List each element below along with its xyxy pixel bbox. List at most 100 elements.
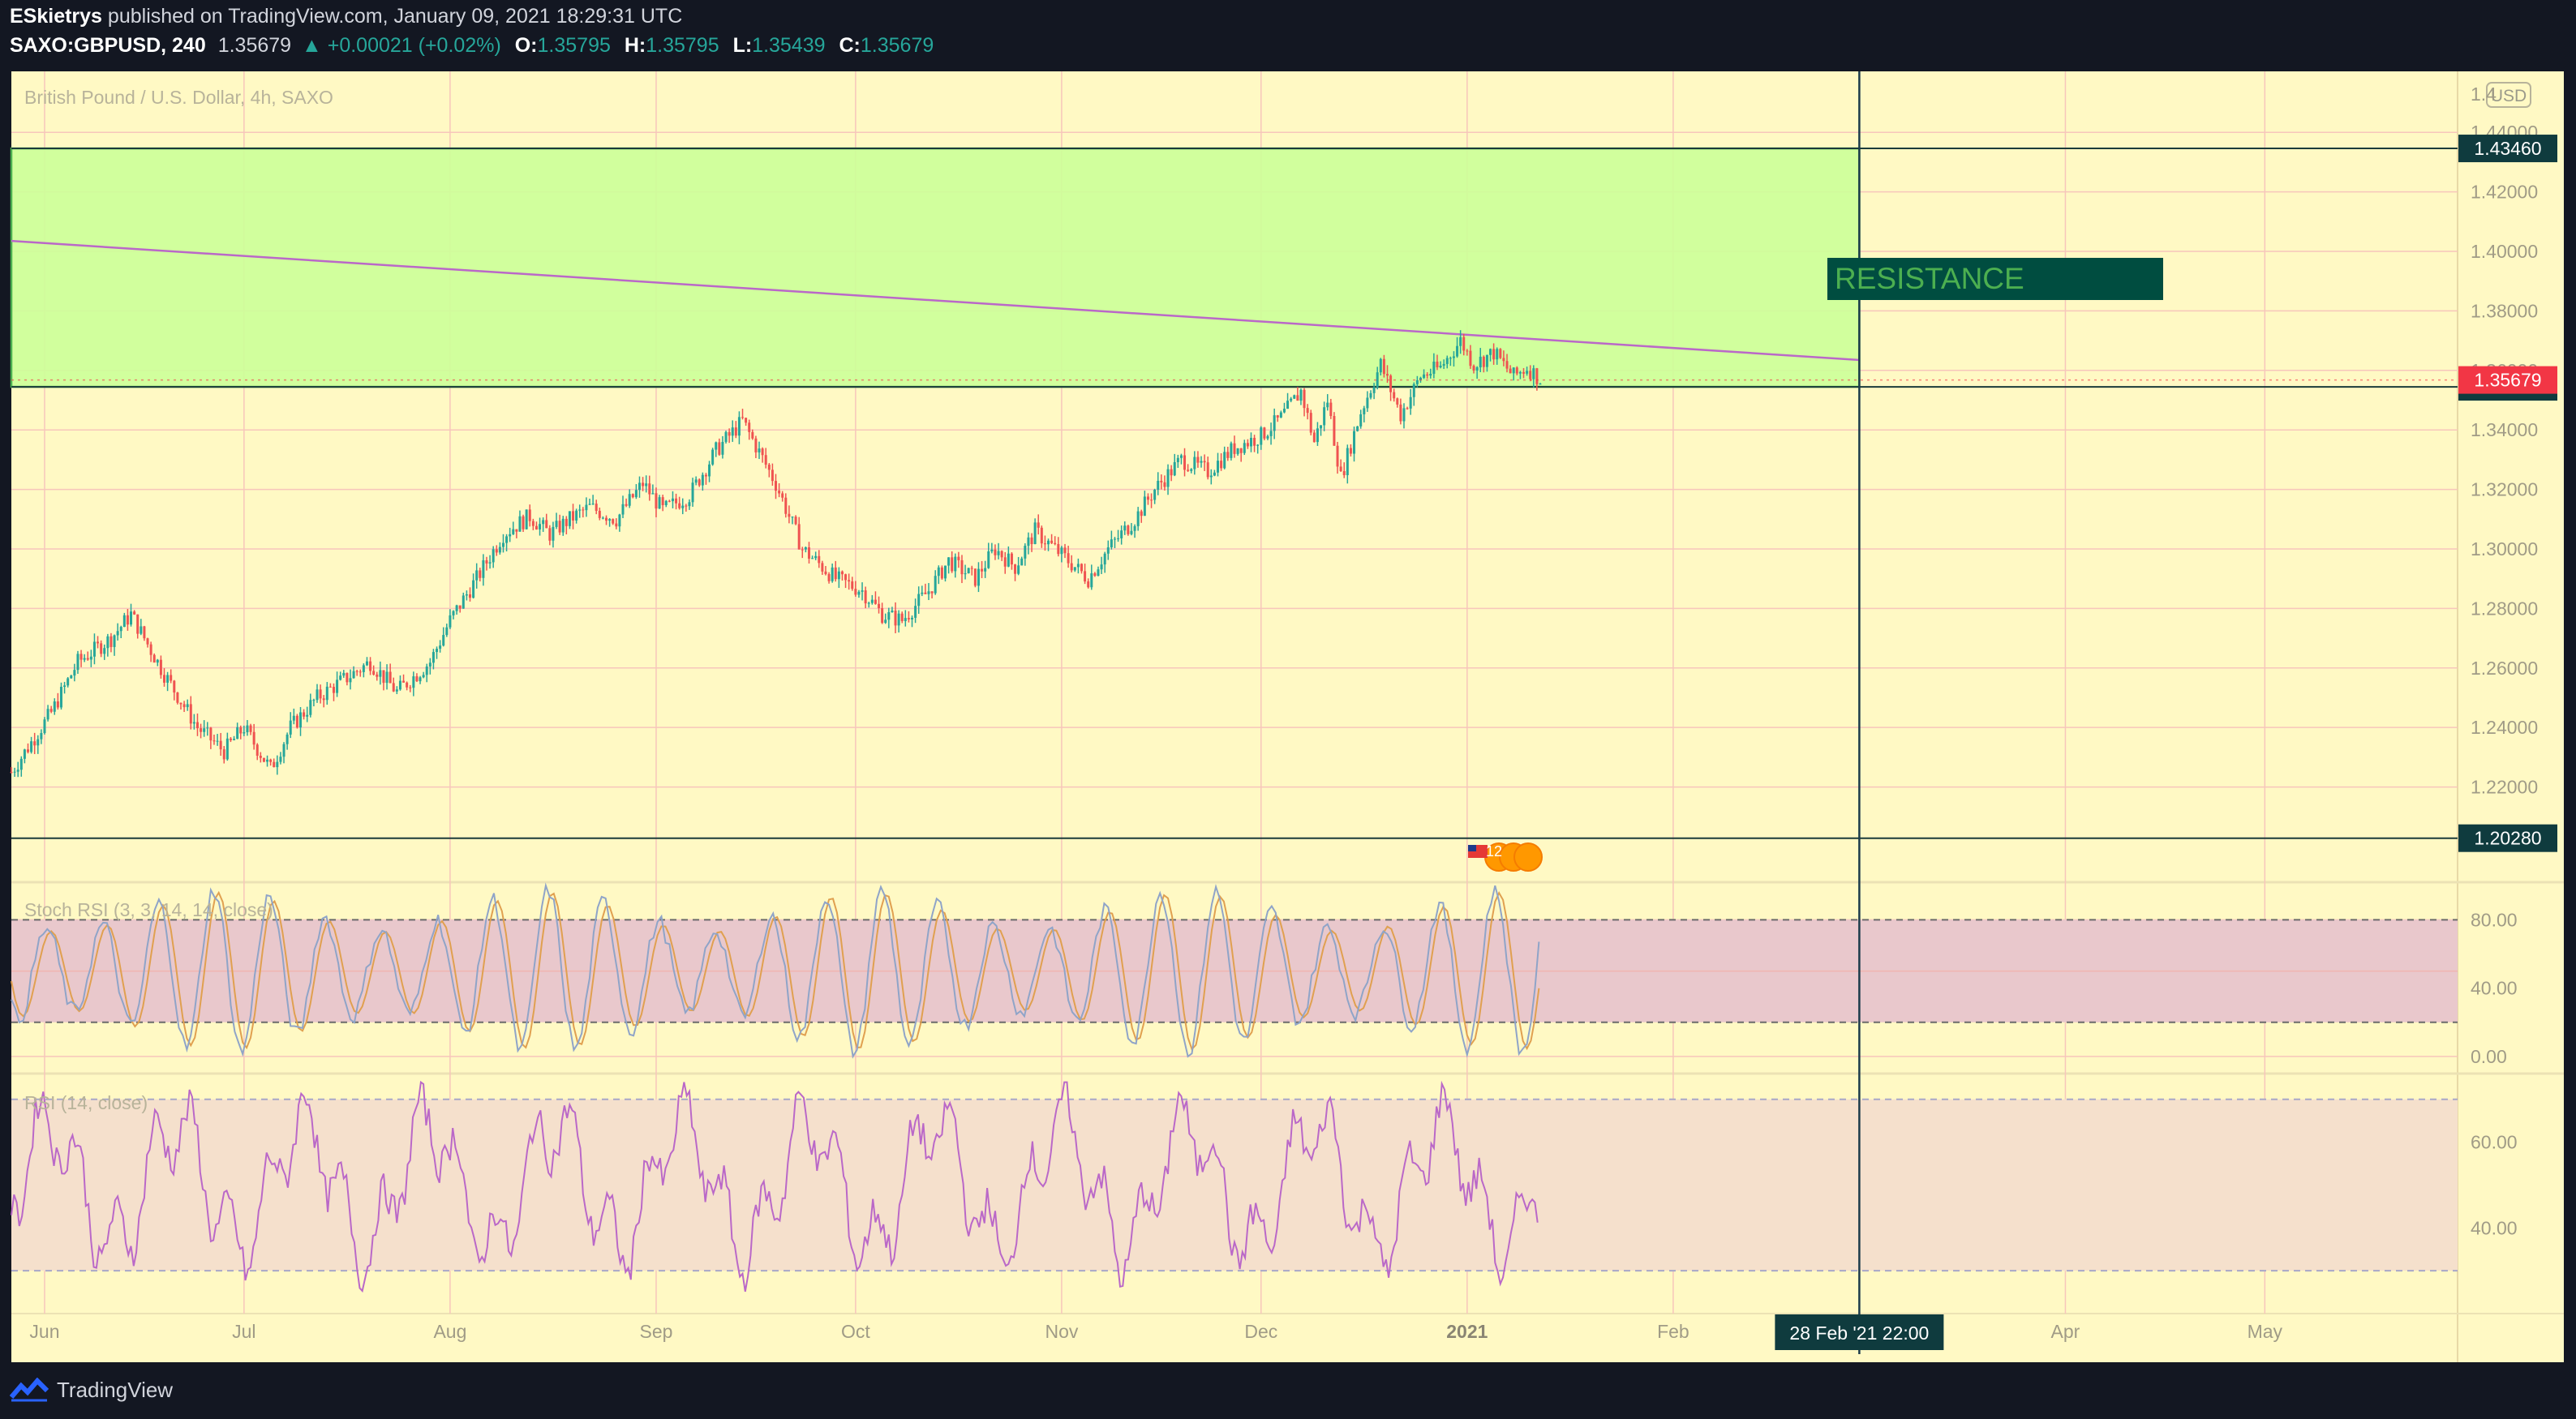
- candle-body: [382, 670, 385, 684]
- candle-body: [1415, 379, 1419, 384]
- candle-body: [688, 502, 691, 507]
- candle-body: [369, 661, 372, 671]
- event-bubble[interactable]: [1513, 842, 1543, 872]
- candle-body: [1236, 448, 1239, 454]
- candle-body: [951, 557, 954, 572]
- candle-body: [182, 704, 186, 708]
- candle-body: [1033, 522, 1037, 545]
- candle-body: [671, 498, 674, 502]
- candle-body: [891, 611, 894, 612]
- candle-body: [881, 608, 884, 624]
- candle-body: [1320, 425, 1323, 429]
- candle-body: [501, 542, 504, 547]
- candle-body: [186, 704, 189, 708]
- candle-body: [811, 558, 814, 559]
- candle-body: [312, 700, 316, 701]
- candle-body: [156, 659, 159, 663]
- candle-body: [1230, 443, 1233, 458]
- candle-body: [588, 504, 591, 505]
- tradingview-brand[interactable]: TradingView: [57, 1378, 173, 1403]
- candle-body: [578, 509, 582, 511]
- price-tick-label: 1.34000: [2471, 419, 2538, 440]
- candle-body: [306, 714, 309, 717]
- candle-body: [1505, 361, 1509, 369]
- candle-body: [436, 649, 439, 653]
- candle-body: [146, 638, 149, 645]
- candle-body: [1176, 457, 1179, 462]
- candle-body: [535, 525, 538, 529]
- candle-body: [691, 482, 694, 503]
- candle-body: [990, 549, 994, 551]
- candle-body: [126, 615, 129, 625]
- time-tick-label: Dec: [1244, 1321, 1277, 1342]
- candle-body: [1030, 537, 1033, 545]
- candle-body: [319, 689, 322, 699]
- candle-body: [133, 611, 136, 615]
- candle-body: [921, 592, 924, 594]
- candle-body: [608, 519, 612, 521]
- resistance-label[interactable]: RESISTANCE: [1835, 262, 2024, 295]
- candle-body: [1163, 482, 1166, 487]
- candle-body: [721, 441, 724, 455]
- chart-canvas[interactable]: 1.440001.420001.400001.380001.360001.340…: [0, 0, 2576, 1419]
- resistance-zone[interactable]: [10, 147, 1861, 388]
- candle-body: [1479, 356, 1482, 368]
- candle-body: [89, 656, 92, 660]
- candle-body: [512, 529, 515, 534]
- candle-body: [415, 676, 419, 682]
- candle-body: [542, 520, 545, 525]
- candle-body: [973, 568, 977, 586]
- candle-body: [166, 675, 170, 683]
- candle-body: [731, 427, 734, 436]
- candle-body: [751, 431, 754, 439]
- candle-body: [130, 611, 133, 625]
- candle-body: [907, 618, 910, 619]
- candle-body: [984, 568, 987, 572]
- candle-body: [1027, 537, 1030, 547]
- candle-body: [1393, 392, 1396, 399]
- candle-body: [1502, 358, 1505, 362]
- candle-body: [943, 565, 947, 579]
- candle-body: [1223, 452, 1226, 469]
- candle-body: [648, 483, 651, 495]
- candle-body: [1326, 402, 1329, 408]
- candle-body: [887, 611, 891, 620]
- candle-body: [522, 516, 525, 529]
- candle-body: [824, 571, 827, 575]
- time-tick-label: Feb: [1657, 1321, 1689, 1342]
- candle-body: [1406, 408, 1409, 409]
- candle-body: [53, 701, 56, 712]
- candle-body: [748, 422, 751, 432]
- candle-body: [30, 741, 33, 752]
- candle-body: [1050, 540, 1054, 543]
- candle-body: [794, 517, 797, 525]
- candle-body: [1512, 367, 1515, 374]
- candle-body: [475, 570, 479, 581]
- candle-body: [13, 771, 16, 773]
- candle-body: [1136, 511, 1140, 526]
- candle-body: [1249, 437, 1252, 447]
- candle-body: [715, 442, 718, 450]
- candle-body: [625, 504, 628, 506]
- candle-body: [332, 687, 335, 693]
- candle-body: [595, 504, 598, 511]
- candle-body: [518, 516, 522, 532]
- candle-body: [349, 678, 352, 683]
- candle-body: [1010, 553, 1013, 565]
- candle-body: [266, 759, 269, 762]
- candle-body: [754, 438, 758, 452]
- candle-body: [395, 689, 398, 692]
- candle-body: [342, 672, 346, 676]
- candle-body: [1007, 553, 1010, 567]
- candle-body: [195, 722, 199, 729]
- candle-body: [1356, 426, 1359, 431]
- candle-body: [701, 474, 704, 486]
- candle-body: [634, 490, 638, 498]
- candle-body: [1309, 413, 1312, 433]
- time-tick-label: Oct: [841, 1321, 870, 1342]
- candle-body: [206, 727, 209, 729]
- candle-body: [179, 702, 182, 705]
- candle-body: [718, 442, 721, 455]
- candle-body: [1389, 375, 1393, 392]
- candle-body: [708, 464, 711, 477]
